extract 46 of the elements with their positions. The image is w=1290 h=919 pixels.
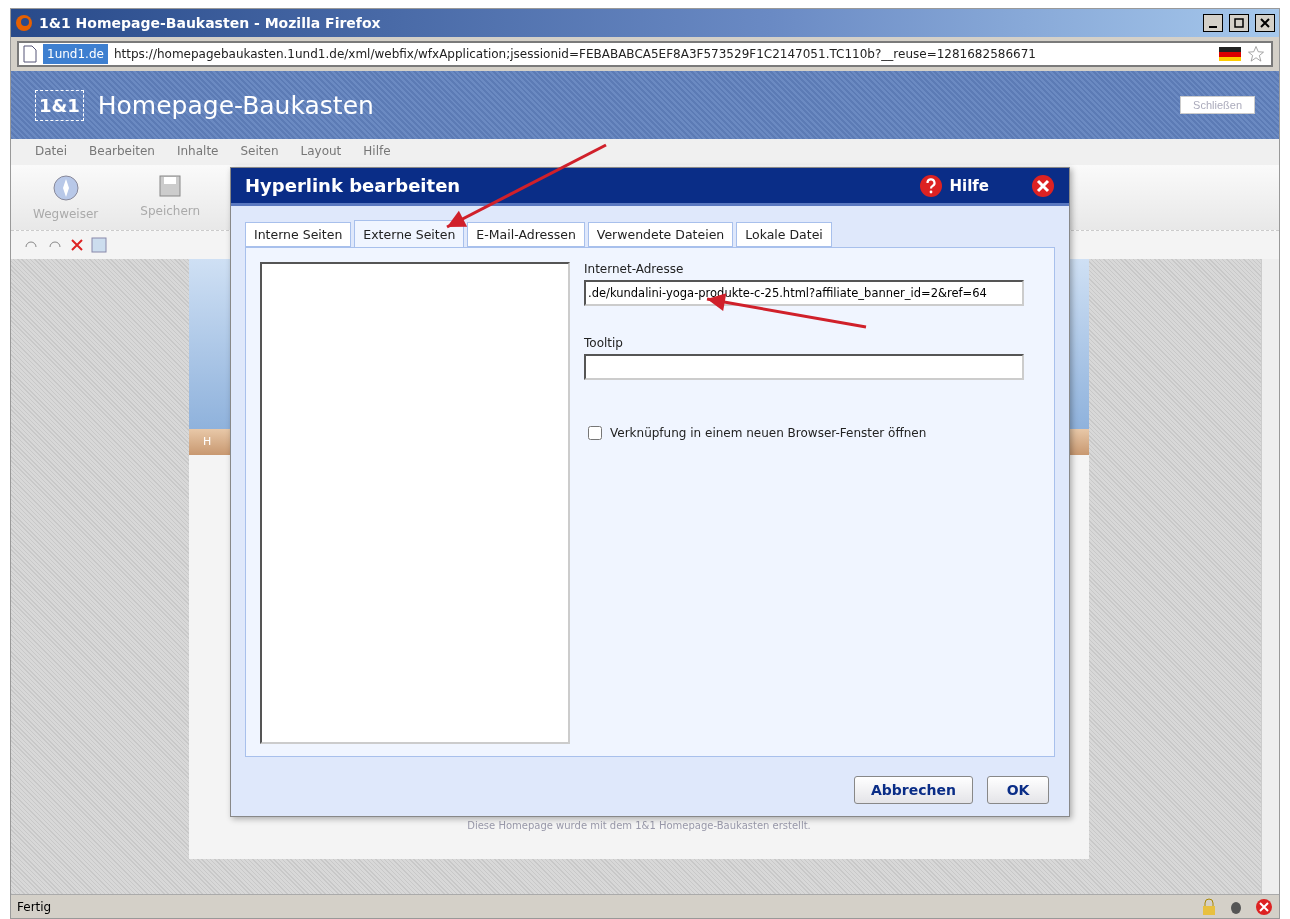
menu-item[interactable]: Datei xyxy=(35,144,67,160)
compass-icon xyxy=(51,174,80,201)
window-title: 1&1 Homepage-Baukasten - Mozilla Firefox xyxy=(39,15,382,31)
url-input-field[interactable]: .de/kundalini-yoga-produkte-c-25.html?affiliate_banner_id=2&ref=64 xyxy=(584,280,1024,306)
error-icon[interactable] xyxy=(1255,897,1273,916)
close-icon xyxy=(1260,18,1270,28)
maximize-icon xyxy=(1234,18,1244,28)
status-text: Fertig xyxy=(17,899,53,914)
browser-logo-icon xyxy=(15,14,33,32)
help-icon xyxy=(919,173,944,198)
field-label: Internet-Adresse xyxy=(584,262,685,276)
padlock-icon xyxy=(1201,897,1217,916)
field-label: Tooltip xyxy=(584,336,624,350)
close-button[interactable] xyxy=(1255,14,1275,32)
menu-item[interactable]: Inhalte xyxy=(176,144,219,160)
site-identity-label[interactable]: 1und1.de xyxy=(43,44,108,64)
menu-item[interactable]: Bearbeiten xyxy=(89,144,155,160)
menu-item[interactable]: Hilfe xyxy=(363,144,391,160)
address-bar[interactable]: 1und1.de https://homepagebaukasten.1und1.de/xml/webfix/wfxApplication;jsessionid=FEBABABCA5EF8A3F573529F1C2147051.TC110b?__reuse=1281682586671 xyxy=(17,41,1273,67)
tab[interactable]: Interne Seiten xyxy=(245,222,352,247)
checkbox-label: Verknüpfung in einem neuen Browser-Fenster öffnen xyxy=(610,426,927,440)
dialog-button[interactable]: OK xyxy=(987,776,1049,804)
minimize-button[interactable] xyxy=(1203,14,1223,32)
tab[interactable]: Lokale Datei xyxy=(736,222,832,247)
close-icon[interactable] xyxy=(1031,173,1055,198)
star-icon[interactable] xyxy=(1247,45,1265,63)
url-text: https://homepagebaukasten.1und1.de/xml/webfix/wfxApplication;jsessionid=FEBABABCA5EF8A3F573529F1C2147051.TC110b?__reuse=1281682586671 xyxy=(113,47,1037,61)
minimize-icon xyxy=(1209,26,1217,28)
tab[interactable]: Externe Seiten xyxy=(354,220,465,247)
tooltip-input-field[interactable] xyxy=(584,354,1024,380)
tab[interactable]: Verwendete Dateien xyxy=(587,222,734,247)
delete-icon[interactable] xyxy=(71,239,83,251)
menu-item[interactable]: Layout xyxy=(300,144,342,160)
dialog-title: Hyperlink bearbeiten xyxy=(245,175,462,196)
flag-icon xyxy=(1219,47,1241,61)
dialog-button[interactable]: Abbrechen xyxy=(854,776,973,804)
page-footer-text: Diese Homepage wurde mit dem 1&1 Homepage-Baukasten erstellt. xyxy=(467,820,811,831)
menu-item[interactable]: Seiten xyxy=(240,144,279,160)
tab[interactable]: E-Mail-Adressen xyxy=(467,222,585,247)
scrollbar[interactable] xyxy=(1261,259,1279,894)
page-icon xyxy=(23,45,37,63)
maximize-button[interactable] xyxy=(1229,14,1249,32)
help-button[interactable]: Hilfe xyxy=(913,172,995,199)
logo: 1&1 xyxy=(35,89,84,121)
app-title: Homepage-Baukasten xyxy=(97,90,375,120)
checkbox[interactable] xyxy=(588,426,602,440)
